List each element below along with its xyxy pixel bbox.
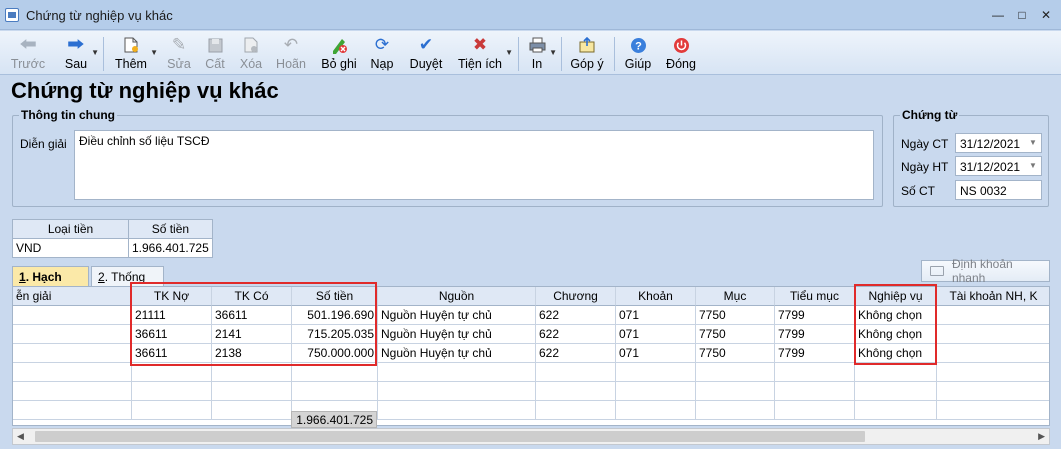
toolbar-edit-button[interactable]: ✎ Sửa: [166, 31, 192, 75]
scroll-right-icon[interactable]: ▶: [1038, 431, 1045, 442]
highlight-box-accounts: [130, 282, 377, 366]
voucher-group-title: Chứng từ: [900, 108, 960, 122]
tab-accounting[interactable]: 1. Hạch toán: [12, 266, 89, 298]
toolbar-print-button[interactable]: In ▼: [527, 31, 557, 75]
feedback-icon: [577, 35, 597, 55]
help-icon: ?: [628, 35, 648, 55]
currency-type-cell[interactable]: VND: [12, 238, 129, 258]
unpost-icon: [329, 35, 349, 55]
grid-horizontal-scrollbar[interactable]: ◀ ▶: [12, 428, 1050, 445]
delete-icon: [241, 35, 261, 55]
description-input[interactable]: Điều chỉnh số liệu TSCĐ: [74, 130, 874, 200]
chevron-down-icon[interactable]: ▼: [91, 48, 99, 57]
chevron-down-icon[interactable]: ▼: [549, 48, 557, 57]
page-title: Chứng từ nghiệp vụ khác: [11, 78, 279, 103]
toolbar-delete-button[interactable]: Xóa: [238, 31, 264, 75]
quick-entry-icon: [930, 266, 944, 276]
close-icon[interactable]: ✕: [1037, 6, 1055, 24]
col-description-header[interactable]: ễn giải: [13, 287, 132, 306]
general-info-title: Thông tin chung: [19, 108, 117, 122]
voucher-date-label: Ngày CT: [901, 137, 949, 151]
maximize-icon[interactable]: □: [1013, 6, 1031, 24]
toolbar-feedback-button[interactable]: Góp ý: [570, 31, 604, 75]
toolbar-help-button[interactable]: ? Giúp: [624, 31, 652, 75]
tools-icon: ✖: [472, 35, 488, 54]
printer-icon: [527, 35, 547, 55]
toolbar-prev-button[interactable]: 🠰 Trước: [11, 31, 45, 75]
window-titlebar: Chứng từ nghiệp vụ khác — □ ✕: [0, 0, 1061, 30]
chevron-down-icon[interactable]: ▼: [150, 48, 158, 57]
chevron-down-icon[interactable]: ▼: [1028, 138, 1038, 148]
chevron-down-icon[interactable]: ▼: [1028, 161, 1038, 171]
toolbar-add-button[interactable]: Thêm ▼: [114, 31, 158, 75]
power-icon: [671, 35, 691, 55]
check-icon: ✔: [418, 35, 434, 54]
edit-icon: ✎: [171, 35, 187, 54]
quick-entry-button[interactable]: Định khoản nhanh: [921, 257, 1050, 285]
col-bank-account-header[interactable]: Tài khoản NH, K: [937, 287, 1049, 306]
arrow-right-icon: 🠲: [67, 35, 85, 54]
voucher-number-label: Số CT: [901, 184, 936, 198]
posting-date-label: Ngày HT: [901, 160, 949, 174]
refresh-icon: ⟳: [374, 35, 390, 54]
currency-amount-cell: 1.966.401.725: [128, 238, 213, 258]
toolbar-approve-button[interactable]: ✔ Duyệt: [408, 31, 444, 75]
highlight-box-operation: [854, 284, 937, 365]
app-icon: [5, 8, 19, 22]
window-title: Chứng từ nghiệp vụ khác: [26, 8, 173, 23]
toolbar-unpost-button[interactable]: Bỏ ghi: [320, 31, 358, 75]
col-subitem-header[interactable]: Tiểu mục: [775, 287, 855, 306]
minimize-icon[interactable]: —: [989, 6, 1007, 24]
table-row-empty[interactable]: [13, 382, 1049, 401]
col-chapter-header[interactable]: Chương: [536, 287, 616, 306]
toolbar-next-button[interactable]: 🠲 Sau ▼: [63, 31, 99, 75]
svg-text:?: ?: [635, 40, 642, 52]
currency-type-header: Loại tiền: [12, 219, 129, 239]
toolbar: 🠰 Trước 🠲 Sau ▼ Thêm ▼ ✎ Sửa Cất Xóa ↶ H…: [0, 31, 1061, 75]
description-label: Diễn giải: [20, 137, 67, 151]
scroll-left-icon[interactable]: ◀: [17, 431, 24, 442]
toolbar-utilities-button[interactable]: ✖ Tiện ích ▼: [457, 31, 513, 75]
col-section-header[interactable]: Khoản: [616, 287, 696, 306]
col-source-header[interactable]: Nguồn: [378, 287, 536, 306]
new-document-icon: [121, 35, 141, 55]
voucher-date-picker[interactable]: 31/12/2021 ▼: [955, 133, 1042, 153]
toolbar-cancel-button[interactable]: ↶ Hoãn: [275, 31, 307, 75]
voucher-number-input[interactable]: NS 0032: [955, 180, 1042, 200]
toolbar-reload-button[interactable]: ⟳ Nạp: [369, 31, 395, 75]
scrollbar-thumb[interactable]: [35, 431, 865, 442]
toolbar-save-button[interactable]: Cất: [203, 31, 227, 75]
posting-date-picker[interactable]: 31/12/2021 ▼: [955, 156, 1042, 176]
undo-icon: ↶: [283, 35, 299, 54]
save-icon: [205, 35, 225, 55]
total-amount-cell: 1.966.401.725: [291, 411, 377, 428]
currency-table: Loại tiền Số tiền VND 1.966.401.725: [12, 219, 213, 258]
chevron-down-icon[interactable]: ▼: [505, 48, 513, 57]
table-row-empty[interactable]: [13, 401, 1049, 420]
col-item-header[interactable]: Mục: [696, 287, 775, 306]
arrow-left-icon: 🠰: [19, 35, 37, 54]
toolbar-close-button[interactable]: Đóng: [666, 31, 696, 75]
currency-amount-header: Số tiền: [128, 219, 213, 239]
